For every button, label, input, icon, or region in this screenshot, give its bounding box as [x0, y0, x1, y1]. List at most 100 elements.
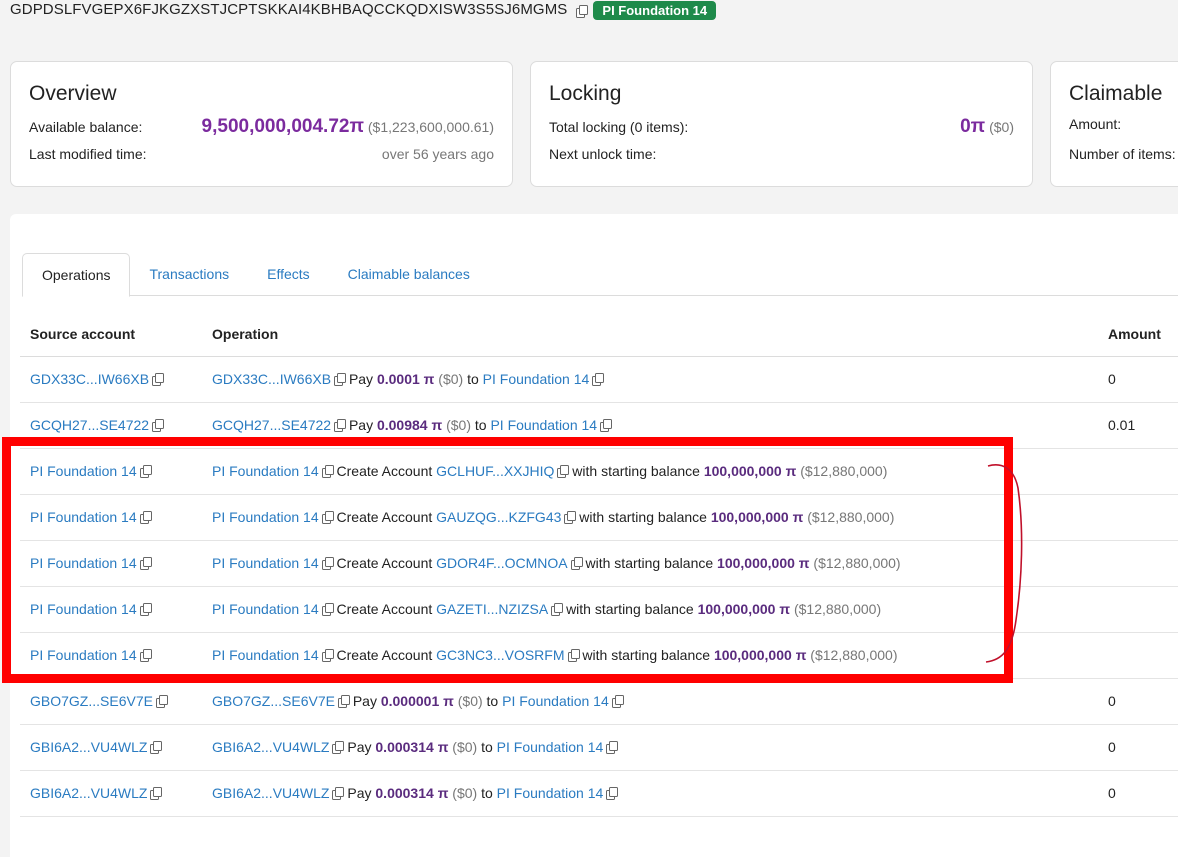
copy-icon[interactable] — [139, 511, 152, 524]
destination-link[interactable]: PI Foundation 14 — [497, 739, 604, 755]
source-account-link[interactable]: GDX33C...IW66XB — [30, 371, 149, 387]
copy-icon[interactable] — [152, 419, 165, 432]
last-modified-row: Last modified time: over 56 years ago — [29, 146, 494, 176]
last-modified-value: over 56 years ago — [381, 146, 494, 162]
tab-effects[interactable]: Effects — [248, 253, 329, 296]
destination-link[interactable]: PI Foundation 14 — [483, 371, 590, 387]
copy-icon[interactable] — [606, 787, 619, 800]
source-cell: GBO7GZ...SE6V7E — [20, 678, 202, 725]
copy-icon[interactable] — [567, 649, 580, 662]
source-account-link[interactable]: GBI6A2...VU4WLZ — [30, 785, 147, 801]
destination-link[interactable]: PI Foundation 14 — [490, 417, 597, 433]
tab-claimable-balances[interactable]: Claimable balances — [329, 253, 489, 296]
operations-table: Source account Operation Amount GDX33C..… — [20, 313, 1178, 817]
starting-balance-text: with starting balance — [566, 601, 694, 617]
copy-icon[interactable] — [139, 557, 152, 570]
amount-cell: 0 — [1108, 770, 1178, 817]
destination-link[interactable]: PI Foundation 14 — [502, 693, 609, 709]
copy-icon[interactable] — [321, 649, 334, 662]
copy-icon[interactable] — [606, 741, 619, 754]
operation-type: Create Account — [336, 555, 433, 571]
operation-cell: PI Foundation 14 Create Account GCLHUF..… — [202, 448, 1108, 495]
operation-account-link[interactable]: GBI6A2...VU4WLZ — [212, 739, 329, 755]
copy-icon[interactable] — [337, 695, 350, 708]
pi-symbol: π — [437, 739, 449, 755]
table-row: GCQH27...SE4722 GCQH27...SE4722 Pay 0.009… — [20, 402, 1178, 449]
operation-account-link[interactable]: PI Foundation 14 — [212, 463, 319, 479]
source-account-link[interactable]: PI Foundation 14 — [30, 509, 137, 525]
source-account-link[interactable]: PI Foundation 14 — [30, 555, 137, 571]
table-row: PI Foundation 14 PI Foundation 14 Create … — [20, 540, 1178, 587]
starting-balance-amount: 100,000,000 — [703, 463, 782, 479]
created-account-link[interactable]: GAZETI...NZIZSA — [436, 601, 548, 617]
copy-icon[interactable] — [564, 511, 577, 524]
operation-type: Create Account — [336, 601, 433, 617]
usd-value: ($0) — [452, 785, 478, 801]
operations-panel: Operations Transactions Effects Claimabl… — [10, 214, 1178, 857]
copy-icon[interactable] — [321, 465, 334, 478]
last-modified-label: Last modified time: — [29, 146, 147, 162]
table-row: GBI6A2...VU4WLZ GBI6A2...VU4WLZ Pay 0.000… — [20, 770, 1178, 817]
source-account-link[interactable]: GBI6A2...VU4WLZ — [30, 739, 147, 755]
available-balance-label: Available balance: — [29, 119, 143, 135]
source-account-link[interactable]: PI Foundation 14 — [30, 647, 137, 663]
copy-icon[interactable] — [139, 465, 152, 478]
source-account-link[interactable]: GCQH27...SE4722 — [30, 417, 149, 433]
pi-symbol: π — [437, 785, 449, 801]
operation-type: Pay — [352, 693, 377, 709]
created-account-link[interactable]: GDOR4F...OCMNOA — [436, 555, 567, 571]
operation-account-link[interactable]: GDX33C...IW66XB — [212, 371, 331, 387]
usd-value: ($0) — [452, 739, 478, 755]
starting-balance-amount: 100,000,000 — [713, 647, 792, 663]
tab-operations[interactable]: Operations — [22, 253, 131, 297]
operation-account-link[interactable]: PI Foundation 14 — [212, 647, 319, 663]
copy-icon[interactable] — [150, 787, 163, 800]
created-account-link[interactable]: GCLHUF...XXJHIQ — [436, 463, 554, 479]
account-name-badge: PI Foundation 14 — [593, 0, 717, 20]
operation-account-link[interactable]: GCQH27...SE4722 — [212, 417, 331, 433]
amount-cell: 0.01 — [1108, 402, 1178, 449]
copy-icon[interactable] — [600, 419, 613, 432]
copy-icon[interactable] — [321, 557, 334, 570]
pay-amount: 0.000001 — [380, 693, 440, 709]
copy-icon[interactable] — [139, 603, 152, 616]
operation-cell: GDX33C...IW66XB Pay 0.0001 π ($0) to PI … — [202, 356, 1108, 403]
table-row: GDX33C...IW66XB GDX33C...IW66XB Pay 0.000… — [20, 356, 1178, 403]
table-row: GBO7GZ...SE6V7E GBO7GZ...SE6V7E Pay 0.000… — [20, 678, 1178, 725]
table-row: GBI6A2...VU4WLZ GBI6A2...VU4WLZ Pay 0.000… — [20, 724, 1178, 771]
to-text: to — [481, 785, 493, 801]
copy-icon[interactable] — [332, 741, 345, 754]
copy-icon[interactable] — [321, 603, 334, 616]
created-account-link[interactable]: GAUZQG...KZFG43 — [436, 509, 561, 525]
operation-account-link[interactable]: PI Foundation 14 — [212, 509, 319, 525]
pi-symbol: π — [792, 509, 804, 525]
copy-icon[interactable] — [570, 557, 583, 570]
table-row: PI Foundation 14 PI Foundation 14 Create … — [20, 494, 1178, 541]
created-account-link[interactable]: GC3NC3...VOSRFM — [436, 647, 564, 663]
copy-icon[interactable] — [334, 419, 347, 432]
source-account-link[interactable]: GBO7GZ...SE6V7E — [30, 693, 153, 709]
destination-link[interactable]: PI Foundation 14 — [497, 785, 604, 801]
copy-icon[interactable] — [592, 373, 605, 386]
copy-icon[interactable] — [139, 649, 152, 662]
source-cell: PI Foundation 14 — [20, 632, 202, 679]
usd-value: ($0) — [446, 417, 471, 433]
copy-icon[interactable] — [576, 5, 589, 18]
tab-transactions[interactable]: Transactions — [130, 253, 248, 296]
operation-account-link[interactable]: GBO7GZ...SE6V7E — [212, 693, 335, 709]
copy-icon[interactable] — [321, 511, 334, 524]
copy-icon[interactable] — [155, 695, 168, 708]
operation-account-link[interactable]: PI Foundation 14 — [212, 601, 319, 617]
source-account-link[interactable]: PI Foundation 14 — [30, 601, 137, 617]
copy-icon[interactable] — [150, 741, 163, 754]
source-account-link[interactable]: PI Foundation 14 — [30, 463, 137, 479]
operation-account-link[interactable]: PI Foundation 14 — [212, 555, 319, 571]
copy-icon[interactable] — [334, 373, 347, 386]
operation-account-link[interactable]: GBI6A2...VU4WLZ — [212, 785, 329, 801]
copy-icon[interactable] — [152, 373, 165, 386]
usd-value: ($0) — [438, 371, 464, 387]
copy-icon[interactable] — [332, 787, 345, 800]
copy-icon[interactable] — [611, 695, 624, 708]
copy-icon[interactable] — [551, 603, 564, 616]
copy-icon[interactable] — [557, 465, 570, 478]
